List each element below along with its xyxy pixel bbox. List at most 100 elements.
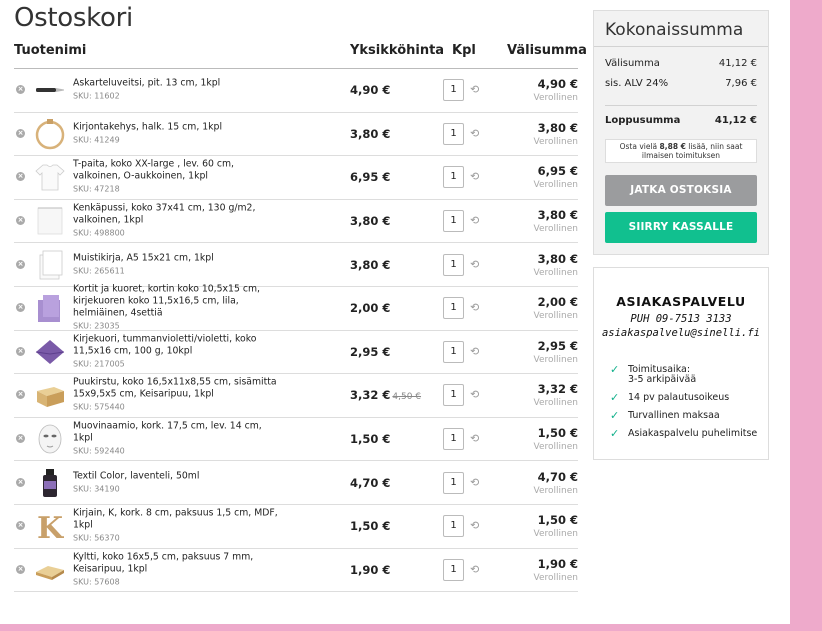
remove-item-icon[interactable]: × [16, 477, 25, 487]
product-thumbnail-bag-icon[interactable] [34, 205, 66, 237]
refresh-icon[interactable]: ⟲ [470, 563, 479, 576]
refresh-icon[interactable]: ⟲ [470, 127, 479, 140]
product-name[interactable]: Kirjekuori, tummanvioletti/violetti, kok… [73, 333, 283, 370]
row-total: 4,90 € Verollinen [534, 77, 578, 103]
quantity-input[interactable]: 1 [443, 122, 464, 145]
product-thumbnail-mask-icon[interactable] [34, 423, 66, 455]
quantity-input[interactable]: 1 [443, 210, 464, 233]
product-name[interactable]: Puukirstu, koko 16,5x11x8,55 cm, sisämit… [73, 377, 283, 414]
service-feature: ✓ Turvallinen maksaa [610, 410, 762, 421]
product-name[interactable]: Kenkäpussi, koko 37x41 cm, 130 g/m2, val… [73, 203, 283, 240]
product-sku: SKU: 217005 [73, 359, 125, 369]
continue-shopping-button[interactable]: JATKA OSTOKSIA [605, 175, 757, 206]
product-name[interactable]: Kyltti, koko 16x5,5 cm, paksuus 7 mm, Ke… [73, 551, 283, 588]
svg-text:K: K [37, 511, 64, 542]
refresh-icon[interactable]: ⟲ [470, 171, 479, 183]
remove-item-icon[interactable]: × [16, 85, 25, 95]
quantity-input[interactable]: 1 [443, 515, 464, 538]
row-total: 4,70 € Verollinen [534, 470, 578, 496]
product-thumbnail-cards-icon[interactable] [34, 292, 66, 324]
product-thumbnail-envelope-icon[interactable] [34, 336, 66, 368]
row-total-label: Verollinen [533, 485, 578, 496]
column-header-name: Tuotenimi [14, 43, 87, 58]
refresh-icon[interactable]: ⟲ [470, 389, 479, 401]
product-name-text[interactable]: Textil Color, laventeli, 50ml [73, 470, 199, 481]
product-name-text[interactable]: Kyltti, koko 16x5,5 cm, paksuus 7 mm, Ke… [73, 551, 253, 574]
refresh-icon[interactable]: ⟲ [470, 84, 479, 96]
quantity-input[interactable]: 1 [443, 253, 464, 276]
quantity-input[interactable]: 1 [443, 471, 464, 494]
remove-item-icon[interactable]: × [16, 259, 25, 269]
product-name[interactable]: Muovinaamio, kork. 17,5 cm, lev. 14 cm, … [73, 421, 283, 458]
product-name-text[interactable]: Kirjekuori, tummanvioletti/violetti, kok… [73, 333, 256, 356]
product-thumbnail-letter-icon[interactable]: K [34, 510, 66, 542]
quantity-input[interactable]: 1 [443, 428, 464, 451]
quantity-input[interactable]: 1 [443, 340, 464, 363]
refresh-icon[interactable]: ⟲ [470, 345, 479, 358]
product-name-text[interactable]: Kirjontakehys, halk. 15 cm, 1kpl [73, 121, 222, 132]
product-thumbnail-sign-icon[interactable] [34, 554, 66, 586]
product-name-text[interactable]: Muovinaamio, kork. 17,5 cm, lev. 14 cm, … [73, 421, 262, 444]
refresh-icon[interactable]: ⟲ [470, 433, 479, 445]
quantity-input[interactable]: 1 [443, 79, 464, 102]
total-label: Loppusumma [605, 115, 681, 126]
product-name-text[interactable]: Kenkäpussi, koko 37x41 cm, 130 g/m2, val… [73, 203, 255, 226]
row-total-label: Verollinen [533, 224, 578, 235]
remove-item-icon[interactable]: × [16, 216, 25, 226]
remove-item-icon[interactable]: × [16, 303, 25, 313]
row-total-value: 2,95 € [537, 338, 578, 353]
product-name-text[interactable]: Puukirstu, koko 16,5x11x8,55 cm, sisämit… [73, 377, 277, 400]
product-name[interactable]: Kirjain, K, kork. 8 cm, paksuus 1,5 cm, … [73, 508, 283, 545]
row-total-value: 3,80 € [537, 208, 578, 223]
product-name[interactable]: Kirjontakehys, halk. 15 cm, 1kpl SKU: 412… [73, 121, 283, 146]
product-name[interactable]: Muistikirja, A5 15x21 cm, 1kpl SKU: 26561… [73, 252, 283, 277]
unit-price: 3,32 €4,50 € [350, 388, 421, 402]
product-name-text[interactable]: Askarteluveitsi, pit. 13 cm, 1kpl [73, 78, 220, 89]
remove-item-icon[interactable]: × [16, 521, 25, 531]
remove-item-icon[interactable]: × [16, 346, 25, 356]
product-name-text[interactable]: Kirjain, K, kork. 8 cm, paksuus 1,5 cm, … [73, 508, 278, 531]
remove-item-icon[interactable]: × [16, 390, 25, 400]
quantity-input[interactable]: 1 [443, 166, 464, 189]
quantity-input[interactable]: 1 [443, 297, 464, 320]
product-name[interactable]: Kortit ja kuoret, kortin koko 10,5x15 cm… [73, 284, 283, 333]
service-phone: PUH 09-7513 3133 [630, 313, 732, 325]
product-thumbnail-hoop-icon[interactable] [34, 118, 66, 150]
unit-price-value: 4,70 € [350, 475, 391, 490]
remove-item-icon[interactable]: × [16, 434, 25, 444]
checkout-button[interactable]: SIIRRY KASSALLE [605, 212, 757, 243]
remove-item-icon[interactable]: × [16, 564, 25, 574]
product-name-text[interactable]: Kortit ja kuoret, kortin koko 10,5x15 cm… [73, 284, 260, 319]
product-thumbnail-tshirt-icon[interactable] [34, 161, 66, 193]
product-thumbnail-knife-icon[interactable] [34, 74, 66, 106]
product-name[interactable]: Textil Color, laventeli, 50ml SKU: 34190 [73, 470, 283, 495]
unit-price-value: 2,00 € [350, 301, 391, 316]
refresh-icon[interactable]: ⟲ [470, 520, 479, 532]
product-sku: SKU: 592440 [73, 446, 125, 456]
refresh-icon[interactable]: ⟲ [470, 215, 479, 227]
refresh-icon[interactable]: ⟲ [470, 258, 479, 271]
quantity-input[interactable]: 1 [443, 558, 464, 581]
table-row: × Textil Color, laventeli, 50ml SKU: 3419… [14, 461, 578, 505]
product-name[interactable]: T-paita, koko XX-large , lev. 60 cm, val… [73, 159, 283, 196]
refresh-icon[interactable]: ⟲ [470, 476, 479, 489]
product-thumbnail-notebook-icon[interactable] [34, 249, 66, 281]
table-row: × Kenkäpussi, koko 37x41 cm, 130 g/m2, v… [14, 200, 578, 244]
product-thumbnail-bottle-icon[interactable] [34, 467, 66, 499]
product-name-text[interactable]: T-paita, koko XX-large , lev. 60 cm, val… [73, 159, 234, 182]
product-name[interactable]: Askarteluveitsi, pit. 13 cm, 1kpl SKU: 11… [73, 78, 283, 103]
refresh-icon[interactable]: ⟲ [470, 302, 479, 314]
row-total-label: Verollinen [533, 354, 578, 365]
row-total: 3,80 € Verollinen [534, 252, 578, 278]
column-header-qty: Kpl [452, 43, 476, 58]
remove-item-icon[interactable]: × [16, 172, 25, 182]
product-name-text[interactable]: Muistikirja, A5 15x21 cm, 1kpl [73, 252, 214, 263]
unit-price-value: 1,90 € [350, 562, 391, 577]
column-header-unit-price: Yksikköhinta [350, 43, 445, 58]
unit-price: 3,80 € [350, 127, 390, 141]
row-total: 3,80 € Verollinen [534, 121, 578, 147]
remove-item-icon[interactable]: × [16, 128, 25, 138]
service-features: ✓ Toimitusaika: 3-5 arkipäivää ✓ 14 pv pala… [610, 364, 762, 447]
quantity-input[interactable]: 1 [443, 384, 464, 407]
product-thumbnail-chest-icon[interactable] [34, 379, 66, 411]
